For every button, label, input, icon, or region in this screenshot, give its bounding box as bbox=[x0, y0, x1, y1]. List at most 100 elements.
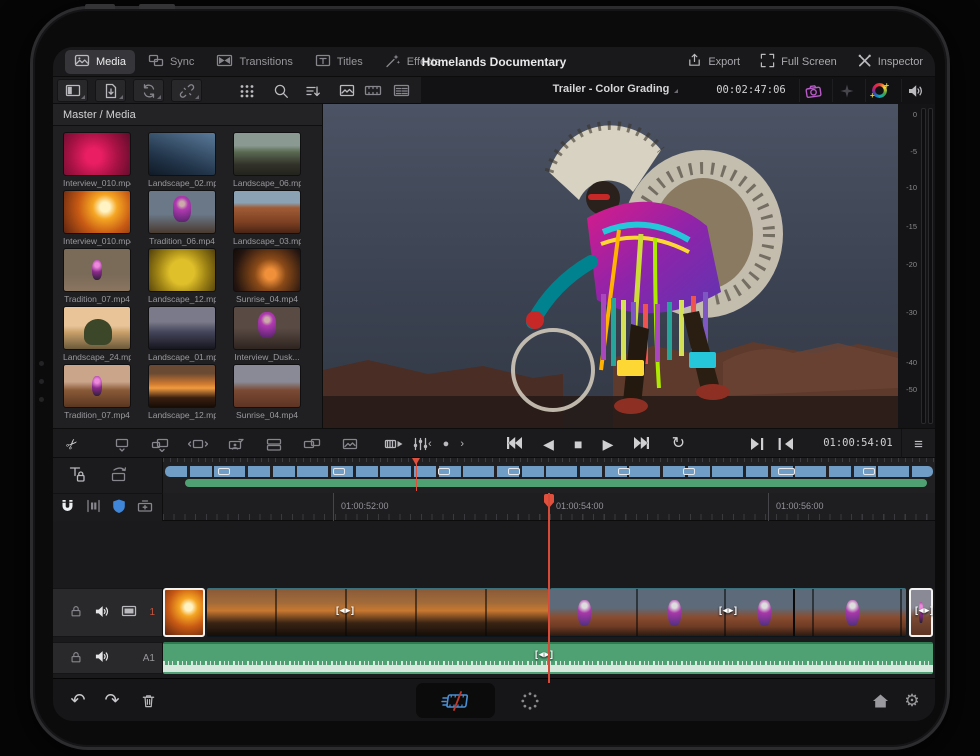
timeline-playhead[interactable] bbox=[548, 493, 550, 683]
fit-to-fill-button[interactable] bbox=[185, 429, 211, 459]
play-button[interactable]: ▶ bbox=[603, 437, 614, 451]
effects-icon bbox=[385, 53, 401, 71]
timeline-clip-selected[interactable] bbox=[163, 588, 205, 637]
timeline-view-options-button[interactable] bbox=[381, 429, 407, 459]
media-clip[interactable]: Landscape_02.mp4 bbox=[148, 132, 216, 188]
ripple-overwrite-button[interactable] bbox=[299, 429, 325, 459]
meter-channel-right bbox=[928, 108, 933, 424]
minimap-audio-overview[interactable] bbox=[185, 479, 927, 487]
viewer-timecode: 00:02:47:06 bbox=[715, 84, 787, 96]
play-reverse-button[interactable]: ◀ bbox=[543, 437, 554, 451]
retime-indicator: [◂▸] bbox=[915, 605, 934, 616]
media-pool-breadcrumb[interactable]: Master / Media bbox=[53, 104, 322, 126]
media-clip[interactable]: Landscape_24.mp4 bbox=[63, 306, 131, 362]
sort-icon[interactable] bbox=[301, 79, 325, 102]
loop-button[interactable]: ↻ bbox=[672, 436, 685, 452]
jog-control[interactable]: ‹ ● › bbox=[413, 429, 483, 459]
media-clip[interactable]: Interview_010.mp4 bbox=[63, 190, 131, 246]
viewer-canvas[interactable] bbox=[323, 104, 898, 428]
media-clip[interactable]: Landscape_03.mp4 bbox=[233, 190, 301, 246]
source-overwrite-button[interactable] bbox=[337, 429, 363, 459]
previous-clip-button[interactable] bbox=[505, 436, 523, 453]
export-button[interactable]: Export bbox=[687, 53, 740, 71]
audio-monitor-button[interactable] bbox=[901, 79, 929, 102]
snapping-toggle[interactable] bbox=[59, 498, 76, 518]
stabilize-button[interactable] bbox=[832, 79, 860, 102]
track-mute-icon[interactable] bbox=[94, 649, 110, 667]
search-icon[interactable] bbox=[269, 79, 293, 102]
media-clip[interactable]: Sunrise_04.mp4 bbox=[233, 248, 301, 304]
place-on-top-button[interactable] bbox=[223, 429, 249, 459]
track-mute-icon[interactable] bbox=[94, 604, 110, 622]
side-sensor-dot bbox=[39, 397, 44, 402]
filmstrip-view-icon[interactable] bbox=[361, 79, 385, 102]
import-media-button[interactable] bbox=[95, 79, 126, 102]
undo-button[interactable]: ↶ bbox=[63, 679, 93, 721]
track-enable-icon[interactable] bbox=[121, 604, 137, 621]
lock-icon[interactable] bbox=[69, 604, 83, 621]
minimap-playhead[interactable] bbox=[412, 458, 421, 493]
panel-toggle-button[interactable] bbox=[57, 79, 88, 102]
lock-icon[interactable] bbox=[69, 650, 83, 667]
ruler-timecode: 01:00:54:00 bbox=[556, 501, 604, 511]
timeline-minimap[interactable] bbox=[163, 458, 935, 493]
camera-button[interactable] bbox=[799, 79, 827, 102]
media-clip[interactable]: Landscape_12.mp4 bbox=[148, 248, 216, 304]
tab-sync[interactable]: Sync bbox=[139, 50, 203, 74]
delete-button[interactable] bbox=[133, 679, 163, 721]
tab-transitions[interactable]: Transitions bbox=[207, 50, 301, 74]
media-clip[interactable]: Landscape_06.mp4 bbox=[233, 132, 301, 188]
top-button-2 bbox=[139, 4, 175, 9]
home-button[interactable] bbox=[865, 679, 895, 721]
timeline-menu-button[interactable]: ≡ bbox=[901, 429, 935, 459]
trim-lock-tool-button[interactable] bbox=[69, 466, 86, 486]
ruler-timecode: 01:00:56:00 bbox=[776, 501, 824, 511]
position-lock-toggle[interactable] bbox=[111, 498, 127, 517]
media-clip[interactable]: Tradition_07.mp4 bbox=[63, 248, 131, 304]
link-clips-toggle[interactable] bbox=[85, 498, 102, 517]
media-clip[interactable]: Sunrise_04.mp4 bbox=[233, 364, 301, 420]
relink-button[interactable] bbox=[171, 79, 202, 102]
redo-button[interactable]: ↷ bbox=[97, 679, 127, 721]
next-clip-button[interactable] bbox=[633, 436, 651, 453]
media-clip[interactable]: Interview_010.mp4 bbox=[63, 132, 131, 188]
inspector-button[interactable]: Inspector bbox=[857, 53, 923, 71]
cut-tool-button[interactable]: ✂ bbox=[59, 429, 85, 459]
media-clip[interactable]: Interview_Dusk... bbox=[233, 306, 301, 362]
resync-button[interactable] bbox=[133, 79, 164, 102]
insert-to-timeline-button[interactable] bbox=[108, 466, 128, 486]
color-page-button[interactable] bbox=[515, 679, 545, 721]
minimap-ticks bbox=[163, 458, 935, 462]
retime-indicator: [◂▸] bbox=[535, 649, 554, 660]
cut-page-button[interactable] bbox=[416, 683, 495, 718]
timeline-clip-sunrise[interactable] bbox=[207, 588, 548, 637]
tab-effects[interactable]: Effects bbox=[376, 50, 449, 74]
tab-titles[interactable]: Titles bbox=[306, 50, 372, 74]
ruler-timecode: 01:00:52:00 bbox=[341, 501, 389, 511]
match-frame-forward-button[interactable] bbox=[745, 429, 771, 459]
thumbnail-view-icon[interactable] bbox=[335, 79, 359, 102]
media-clip[interactable]: Landscape_12.mp4 bbox=[148, 364, 216, 420]
media-clip[interactable]: Tradition_06.mp4 bbox=[148, 190, 216, 246]
minimap-video-overview[interactable] bbox=[165, 466, 933, 477]
retime-indicator: [◂▸] bbox=[336, 605, 355, 616]
stop-button[interactable]: ■ bbox=[574, 437, 582, 451]
overwrite-edit-button[interactable] bbox=[109, 429, 135, 459]
insert-edit-button[interactable] bbox=[147, 429, 173, 459]
list-view-icon[interactable] bbox=[389, 79, 413, 102]
media-clip[interactable]: Landscape_01.mp4 bbox=[148, 306, 216, 362]
color-boost-button[interactable]: + + bbox=[865, 79, 893, 102]
tab-effects-label: Effects bbox=[407, 56, 440, 68]
add-marker-button[interactable] bbox=[136, 498, 154, 517]
timeline-selector[interactable]: Trailer - Color Grading bbox=[481, 83, 741, 95]
inspector-icon bbox=[857, 53, 872, 71]
settings-gear-button[interactable]: ⚙ bbox=[897, 679, 927, 721]
meter-channel-left bbox=[921, 108, 926, 424]
media-clip[interactable]: Tradition_07.mp4 bbox=[63, 364, 131, 420]
tab-media[interactable]: Media bbox=[65, 50, 135, 74]
side-sensor-dot bbox=[39, 379, 44, 384]
grid-view-icon[interactable] bbox=[235, 79, 259, 102]
match-frame-back-button[interactable] bbox=[773, 429, 799, 459]
append-edit-button[interactable] bbox=[261, 429, 287, 459]
fullscreen-button[interactable]: Full Screen bbox=[760, 53, 837, 71]
